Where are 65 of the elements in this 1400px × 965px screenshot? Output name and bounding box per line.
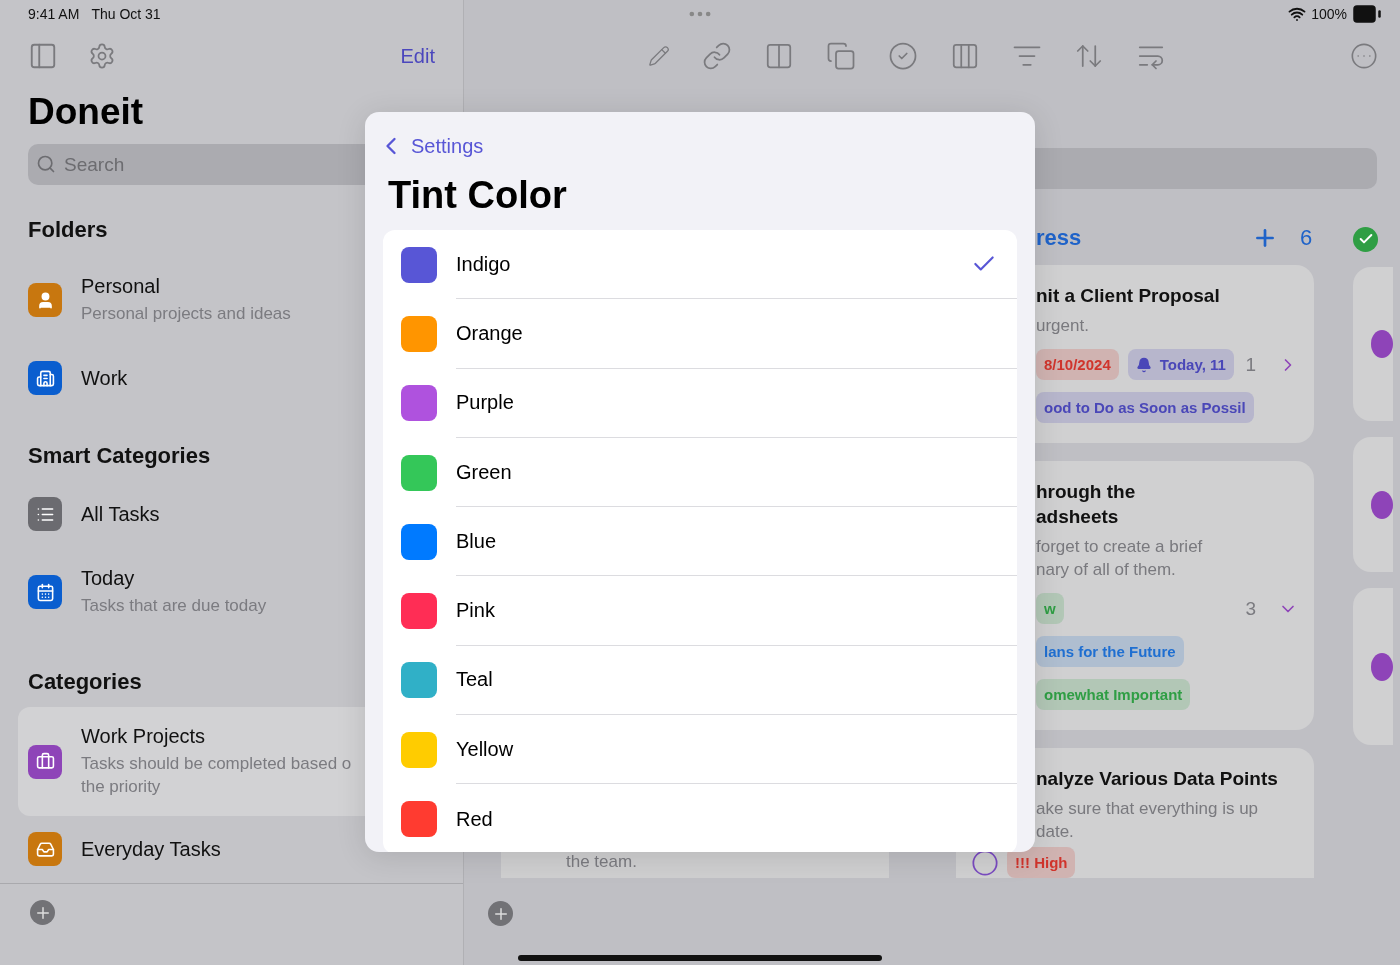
tag: lans for the Future (1036, 636, 1184, 667)
card-description: date. (1036, 821, 1075, 843)
status-circle-icon (1371, 330, 1393, 358)
status-date: Thu Oct 31 (91, 6, 161, 22)
color-name: Purple (456, 391, 514, 415)
card-title: adsheets (1036, 505, 1120, 529)
color-name: Blue (456, 529, 497, 553)
bell-icon (1135, 356, 1152, 373)
task-card[interactable] (1353, 437, 1393, 572)
three-columns-icon[interactable] (950, 41, 980, 71)
column-count: 6 (1300, 225, 1314, 251)
item-title: Work Projects (81, 725, 207, 748)
check-circle-icon (1353, 226, 1378, 252)
check-circle-icon[interactable] (888, 41, 918, 71)
card-title: hrough the (1036, 480, 1137, 504)
status-circle-icon (1371, 652, 1393, 681)
color-name: Orange (456, 321, 523, 345)
more-icon[interactable] (1350, 42, 1378, 70)
color-name: Indigo (456, 252, 511, 276)
section-title: Categories (28, 668, 143, 696)
wifi-icon (1288, 5, 1307, 23)
subtask-count: 3 (1245, 597, 1256, 620)
item-title: Work (81, 366, 128, 390)
status-time: 9:41 AM (28, 6, 80, 22)
add-button[interactable] (30, 900, 55, 925)
tag: !!! High (1007, 847, 1076, 878)
add-button[interactable] (488, 901, 513, 926)
card-title: nalyze Various Data Points (1036, 767, 1279, 791)
item-subtitle: Tasks should be completed based o the priority (81, 753, 353, 798)
app-title: Doneit (28, 90, 145, 134)
task-card[interactable] (1353, 588, 1393, 745)
item-title: Everyday Tasks (81, 837, 221, 861)
item-title: Today (81, 567, 136, 590)
tag: w (1036, 593, 1064, 624)
card-description: urgent. (1036, 315, 1090, 337)
card-description: nary of all of them. (1036, 559, 1177, 581)
copy-icon[interactable] (826, 41, 856, 71)
item-title: All Tasks (81, 502, 160, 526)
tag: omewhat Important (1036, 679, 1191, 710)
section-title: Smart Categories (28, 442, 212, 470)
sidebar-toggle-icon[interactable] (28, 41, 58, 71)
card-description: the team. (566, 852, 637, 872)
pencil-icon[interactable] (648, 45, 670, 67)
card-title: nit a Client Proposal (1036, 284, 1221, 308)
color-name: Pink (456, 599, 495, 623)
item-subtitle: Tasks that are due today (81, 595, 267, 617)
task-card[interactable] (1353, 267, 1393, 421)
column-title: ress (1036, 225, 1082, 251)
item-title: Personal (81, 275, 161, 298)
link-icon[interactable] (702, 41, 732, 71)
tag: ood to Do as Soon as Possil (1036, 392, 1254, 423)
subtask-count: 1 (1245, 353, 1256, 376)
edit-button[interactable]: Edit (400, 44, 435, 68)
status-circle-icon (1371, 490, 1393, 519)
two-columns-icon[interactable] (764, 41, 794, 71)
battery-level: 100% (1311, 6, 1347, 22)
section-title: Folders (28, 216, 109, 244)
tag: 8/10/2024 (1036, 349, 1119, 380)
tag: Today, 11 (1127, 349, 1234, 380)
color-name: Teal (456, 668, 493, 692)
color-name: Green (456, 460, 512, 484)
settings-icon[interactable] (88, 42, 116, 70)
item-subtitle: Personal projects and ideas (81, 303, 291, 325)
card-description: forget to create a brief (1036, 536, 1204, 558)
card-description: ake sure that everything is up (1036, 798, 1260, 820)
